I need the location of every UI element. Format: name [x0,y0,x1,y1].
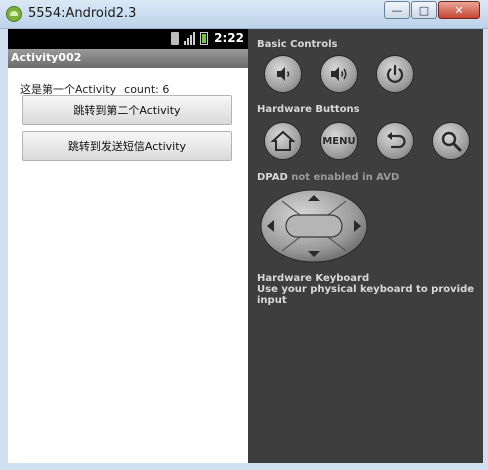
basic-controls-title: Basic Controls [257,39,338,50]
battery-icon [200,32,208,45]
menu-button[interactable]: MENU [320,122,358,160]
close-button[interactable]: ✕ [438,1,480,19]
android-app-icon [6,6,22,22]
status-bar: 2:22 [8,29,248,49]
goto-second-activity-button[interactable]: 跳转到第二个Activity [22,95,232,125]
back-icon [387,132,406,149]
device-screen[interactable]: 2:22 Activity002 这是第一个Activity count: 6 跳… [8,29,248,463]
volume-up-button[interactable] [320,55,358,93]
volume-up-icon [331,67,347,81]
home-icon [270,130,296,151]
menu-label: MENU [322,135,356,147]
hardware-buttons-title: Hardware Buttons [257,104,360,115]
status-time: 2:22 [214,31,244,45]
status-icons [171,32,208,45]
window-controls: — □ ✕ [383,1,480,19]
app-title: Activity002 [11,51,82,64]
hardware-keyboard-title: Hardware Keyboard [257,273,370,284]
dpad-center-button[interactable] [285,214,343,238]
maximize-button[interactable]: □ [411,1,437,19]
power-icon [386,64,404,83]
goto-sms-activity-button[interactable]: 跳转到发送短信Activity [22,131,232,161]
home-button[interactable] [264,122,302,160]
dpad [260,189,368,263]
power-button[interactable] [376,55,414,93]
volume-down-button[interactable] [264,55,302,93]
control-panel: Basic Controls Hardware Buttons MENU DPA… [248,29,483,463]
dpad-title-text: DPAD [257,172,288,183]
emulator-window: 5554:Android2.3 — □ ✕ 2:22 Activity002 这… [0,0,488,470]
minimize-button[interactable]: — [384,1,410,19]
usb-debug-icon [171,32,179,45]
window-title: 5554:Android2.3 [28,6,137,21]
volume-down-icon [277,67,290,81]
search-icon [441,131,462,152]
back-button[interactable] [376,122,414,160]
search-button[interactable] [432,122,470,160]
dpad-note: not enabled in AVD [291,172,400,183]
dpad-title: DPAD not enabled in AVD [257,172,399,183]
hardware-keyboard-note: Use your physical keyboard to provide in… [257,284,475,306]
title-bar[interactable]: 5554:Android2.3 — □ ✕ [0,0,488,29]
app-title-bar: Activity002 [8,49,248,68]
signal-icon [184,32,195,45]
